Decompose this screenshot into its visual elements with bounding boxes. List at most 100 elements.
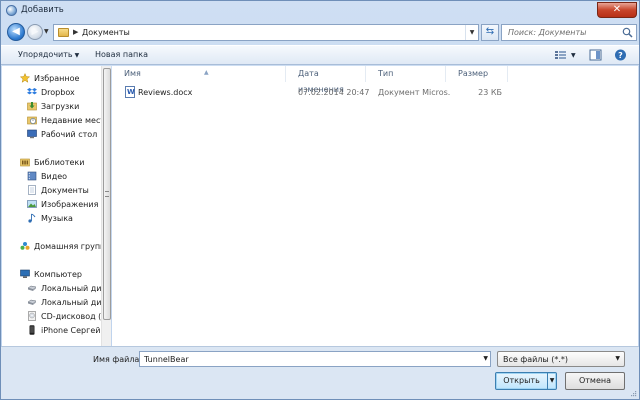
computer-icon (20, 269, 30, 278)
refresh-icon: ⇆ (485, 26, 495, 37)
folder-icon (58, 28, 69, 37)
dropbox-icon (27, 88, 37, 95)
sidebar-item-local-disk-1[interactable]: Локальный диск (2, 282, 102, 295)
sidebar-item-cd-drive[interactable]: CD-дисковод (F:) (2, 310, 102, 323)
sidebar-item-recent-places[interactable]: Недавние места (2, 114, 102, 127)
filename-input[interactable]: TunnelBear ▼ (139, 351, 491, 367)
file-modified: 07.02.2014 20:47 (298, 88, 370, 97)
column-header-date[interactable]: Дата изменения (286, 66, 366, 94)
scrollbar-thumb[interactable] (103, 68, 111, 320)
title-bar[interactable]: Добавить ✕ (1, 1, 639, 21)
music-icon (28, 213, 36, 223)
sidebar-item-label: Домашняя группа (34, 242, 102, 251)
desktop-icon (27, 129, 37, 139)
sidebar-item-label: Локальный диск (41, 298, 102, 307)
back-button[interactable]: ◀ (7, 23, 25, 41)
downloads-icon (27, 102, 37, 111)
sidebar-item-favorites[interactable]: Избранное (2, 72, 102, 85)
filename-label: Имя файла: (93, 355, 143, 364)
sidebar-item-pictures[interactable]: Изображения (2, 198, 102, 211)
breadcrumb-documents[interactable]: Документы (82, 28, 130, 37)
filename-value[interactable]: TunnelBear (144, 355, 189, 364)
dialog-footer: Имя файла: TunnelBear ▼ Все файлы (*.*) … (1, 346, 639, 399)
sidebar-item-dropbox[interactable]: Dropbox (2, 86, 102, 99)
sidebar-item-label: Компьютер (34, 270, 82, 279)
scrollbar-grip-icon (105, 191, 109, 197)
open-button[interactable]: Открыть ▼ (495, 372, 557, 390)
column-header-size[interactable]: Размер (446, 66, 508, 82)
search-input[interactable]: Поиск: Документы (508, 28, 586, 37)
sidebar-item-local-disk-2[interactable]: Локальный диск (2, 296, 102, 309)
local-disk-icon (27, 299, 37, 305)
svg-text:?: ? (618, 51, 623, 60)
file-size: 23 КБ (478, 88, 502, 97)
sidebar-item-label: Документы (41, 186, 89, 195)
organize-button[interactable]: Упорядочить ▼ (18, 50, 79, 59)
resize-grip-icon[interactable] (629, 389, 637, 397)
app-icon (6, 5, 17, 16)
chevron-down-icon: ▼ (615, 355, 620, 362)
column-header-label: Имя (124, 69, 141, 78)
sidebar-item-label: Музыка (41, 214, 73, 223)
history-dropdown[interactable]: ▼ (44, 28, 49, 35)
sidebar-item-label: iPhone Сергей (41, 326, 101, 335)
preview-pane-icon[interactable] (589, 49, 602, 61)
sidebar-item-label: Библиотеки (34, 158, 85, 167)
address-dropdown[interactable]: ▼ (465, 25, 478, 40)
cancel-button[interactable]: Отмена (565, 372, 625, 390)
search-box[interactable]: Поиск: Документы (501, 24, 637, 41)
sidebar-item-downloads[interactable]: Загрузки (2, 100, 102, 113)
navigation-pane: Избранное Dropbox Загрузки Недавние мест… (2, 66, 111, 346)
sidebar-item-label: Изображения (41, 200, 99, 209)
forward-button[interactable]: ▶ (27, 24, 43, 40)
sidebar-item-iphone[interactable]: iPhone Сергей (2, 324, 102, 337)
sidebar-item-libraries[interactable]: Библиотеки (2, 156, 102, 169)
iphone-icon (29, 325, 35, 335)
view-options-icon[interactable] (554, 49, 567, 61)
sidebar-item-label: Загрузки (41, 102, 80, 111)
sidebar-item-music[interactable]: Музыка (2, 212, 102, 225)
sidebar-item-label: Избранное (34, 74, 80, 83)
open-options-dropdown[interactable]: ▼ (547, 373, 556, 389)
file-list: Имя ▲ Дата изменения Тип Размер Reviews.… (112, 66, 638, 346)
chevron-down-icon[interactable]: ▼ (483, 355, 488, 362)
recent-places-icon (27, 116, 37, 125)
sidebar-item-desktop[interactable]: Рабочий стол (2, 128, 102, 141)
cd-drive-icon (28, 311, 36, 321)
libraries-icon (20, 158, 30, 167)
documents-icon (28, 185, 36, 195)
chevron-down-icon: ▼ (74, 52, 80, 59)
view-dropdown[interactable]: ▼ (571, 52, 576, 59)
command-bar: Упорядочить ▼ Новая папка ▼ ? (1, 45, 639, 65)
file-name: Reviews.docx (138, 88, 193, 97)
video-icon (27, 171, 37, 181)
breadcrumb-chevron-icon[interactable]: ▶ (73, 28, 78, 36)
help-icon[interactable]: ? (614, 49, 627, 61)
filetype-select[interactable]: Все файлы (*.*) ▼ (497, 351, 625, 367)
sidebar-item-label: Локальный диск (41, 284, 102, 293)
arrow-right-icon: ▶ (31, 27, 39, 37)
sidebar-item-computer[interactable]: Компьютер (2, 268, 102, 281)
column-header-name[interactable]: Имя ▲ (112, 66, 286, 82)
sidebar-item-video[interactable]: Видео (2, 170, 102, 183)
column-header-type[interactable]: Тип (366, 66, 446, 82)
sidebar-item-homegroup[interactable]: Домашняя группа (2, 240, 102, 253)
arrow-left-icon: ◀ (12, 26, 20, 37)
sort-ascending-icon: ▲ (204, 69, 209, 76)
sidebar-scrollbar[interactable] (101, 66, 111, 346)
table-row[interactable]: Reviews.docx 07.02.2014 20:47 Документ M… (122, 86, 512, 100)
new-folder-button[interactable]: Новая папка (95, 50, 148, 59)
homegroup-icon (20, 242, 30, 250)
address-bar[interactable]: ▶ Документы ▼ (53, 24, 479, 41)
filetype-value: Все файлы (*.*) (503, 355, 569, 364)
dialog-window: Добавить ✕ ◀ ▶ ▼ ▶ Документы ▼ ⇆ Поиск: … (0, 0, 640, 400)
word-document-icon (125, 86, 135, 98)
refresh-button[interactable]: ⇆ (481, 24, 499, 41)
search-icon[interactable] (622, 27, 633, 38)
pictures-icon (27, 200, 37, 208)
sidebar-item-label: Видео (41, 172, 68, 181)
sidebar-item-documents[interactable]: Документы (2, 184, 102, 197)
window-title: Добавить (21, 5, 64, 15)
close-button[interactable]: ✕ (597, 2, 637, 18)
navigation-bar: ◀ ▶ ▼ ▶ Документы ▼ ⇆ Поиск: Документы (5, 21, 637, 43)
